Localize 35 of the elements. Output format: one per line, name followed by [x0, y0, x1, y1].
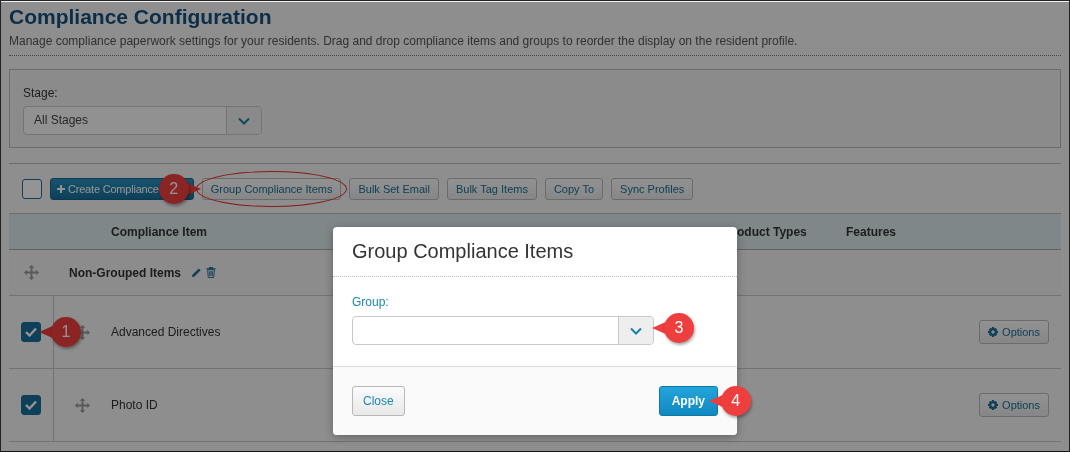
modal-button[interactable]: Apply	[658, 386, 718, 416]
chevron-down-icon	[630, 326, 642, 335]
chevron-down-icon	[238, 116, 250, 125]
check-icon	[25, 327, 37, 337]
group-name: Non-Grouped Items	[69, 265, 181, 280]
toolbar-button[interactable]: Group Compliance Items	[201, 177, 342, 200]
column-header: Features	[846, 224, 897, 239]
toolbar-button[interactable]: Bulk Set Email	[349, 177, 439, 200]
gear-icon	[988, 400, 999, 410]
page-description: Manage compliance paperwork settings for your residents. Drag and drop compliance items and groups to reorder the display on the resident profile.	[9, 34, 1061, 56]
select-all-checkbox[interactable]	[22, 178, 42, 199]
move-icon	[75, 397, 90, 413]
pencil-icon	[191, 267, 202, 278]
field-label: Stage:	[23, 86, 59, 100]
field-label: Group:	[352, 295, 390, 309]
gear-icon	[988, 327, 999, 337]
column-header: Compliance Item	[111, 224, 209, 239]
row-checkbox[interactable]	[21, 322, 41, 342]
toolbar-button[interactable]: Sync Profiles	[611, 177, 694, 200]
check-icon	[25, 400, 37, 410]
row-checkbox[interactable]	[21, 395, 41, 415]
table-cell: Photo ID	[111, 398, 158, 412]
table-cell: Advanced Directives	[111, 325, 221, 339]
options-button[interactable]: Options	[979, 320, 1049, 344]
page-title: Compliance Configuration	[9, 5, 273, 29]
toolbar-button[interactable]: Bulk Tag Items	[446, 177, 537, 200]
toolbar-button[interactable]: Copy To	[544, 177, 604, 200]
column-header: oduct Types	[737, 224, 808, 239]
move-icon	[24, 265, 39, 280]
options-button[interactable]: Options	[979, 393, 1049, 417]
plus-icon	[57, 184, 65, 193]
trash-icon	[206, 267, 216, 278]
modal-title: Group Compliance Items	[333, 227, 737, 277]
modal-button[interactable]: Close	[352, 386, 405, 416]
stage-dropdown[interactable]: All Stages	[23, 106, 262, 135]
